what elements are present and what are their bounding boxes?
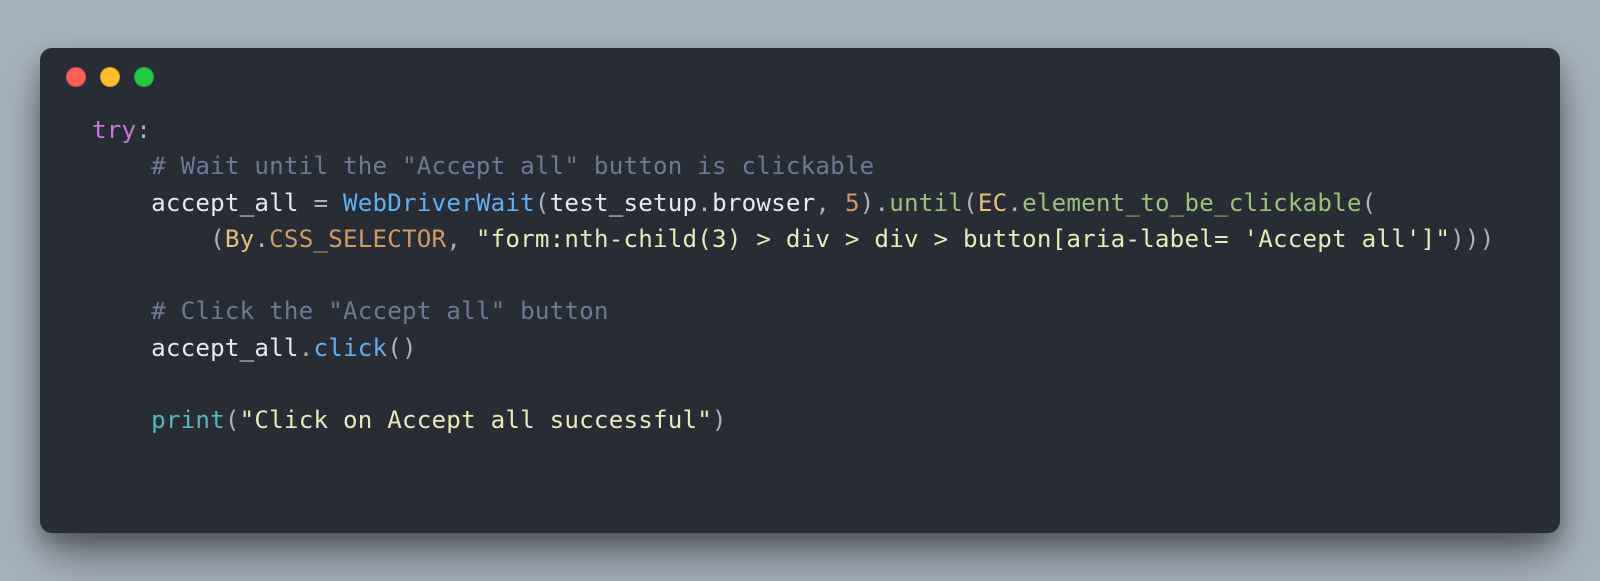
code-token: EC: [978, 189, 1008, 217]
code-token: .: [299, 334, 314, 362]
code-token: # Wait until the "Accept all" button is …: [151, 152, 874, 180]
code-token: [92, 225, 210, 253]
code-line: # Wait until the "Accept all" button is …: [92, 148, 1508, 184]
code-token: ): [860, 189, 875, 217]
code-token: [830, 189, 845, 217]
code-token: (: [535, 189, 550, 217]
code-token: :: [136, 116, 151, 144]
code-token: (): [387, 334, 417, 362]
code-token: .: [254, 225, 269, 253]
code-token: click: [313, 334, 387, 362]
code-token: try: [92, 116, 136, 144]
code-window: try: # Wait until the "Accept all" butto…: [40, 48, 1560, 533]
code-token: .: [1007, 189, 1022, 217]
minimize-icon[interactable]: [100, 67, 120, 87]
window-titlebar: [40, 48, 1560, 106]
code-token: CSS_SELECTOR: [269, 225, 446, 253]
code-line: [92, 366, 1508, 402]
code-line: # Click the "Accept all" button: [92, 293, 1508, 329]
code-token: .: [874, 189, 889, 217]
code-token: browser: [712, 189, 815, 217]
code-line: [92, 257, 1508, 293]
code-token: element_to_be_clickable: [1022, 189, 1362, 217]
code-token: (: [1362, 189, 1377, 217]
code-token: (: [210, 225, 225, 253]
code-token: ))): [1450, 225, 1494, 253]
code-token: # Click the "Accept all" button: [151, 297, 609, 325]
code-line: accept_all = WebDriverWait(test_setup.br…: [92, 185, 1508, 221]
code-token: By: [225, 225, 255, 253]
code-token: [299, 189, 314, 217]
code-token: accept_all: [151, 189, 299, 217]
code-token: [328, 189, 343, 217]
code-token: [92, 334, 151, 362]
code-block: try: # Wait until the "Accept all" butto…: [40, 106, 1560, 469]
zoom-icon[interactable]: [134, 67, 154, 87]
code-token: [92, 189, 151, 217]
code-token: 5: [845, 189, 860, 217]
code-line: try:: [92, 112, 1508, 148]
code-token: (: [225, 406, 240, 434]
code-token: (: [963, 189, 978, 217]
code-token: [92, 152, 151, 180]
code-line: accept_all.click(): [92, 330, 1508, 366]
code-token: [92, 297, 151, 325]
code-token: accept_all: [151, 334, 299, 362]
code-token: ,: [446, 225, 461, 253]
code-token: .: [697, 189, 712, 217]
code-token: print: [151, 406, 225, 434]
code-token: "Click on Accept all successful": [240, 406, 712, 434]
code-token: [92, 406, 151, 434]
code-line: print("Click on Accept all successful"): [92, 402, 1508, 438]
code-token: WebDriverWait: [343, 189, 535, 217]
code-token: test_setup: [550, 189, 698, 217]
code-token: [461, 225, 476, 253]
code-token: until: [889, 189, 963, 217]
code-token: "form:nth-child(3) > div > div > button[…: [476, 225, 1450, 253]
code-token: ,: [815, 189, 830, 217]
code-line: (By.CSS_SELECTOR, "form:nth-child(3) > d…: [92, 221, 1508, 257]
close-icon[interactable]: [66, 67, 86, 87]
code-token: =: [313, 189, 328, 217]
code-token: ): [712, 406, 727, 434]
